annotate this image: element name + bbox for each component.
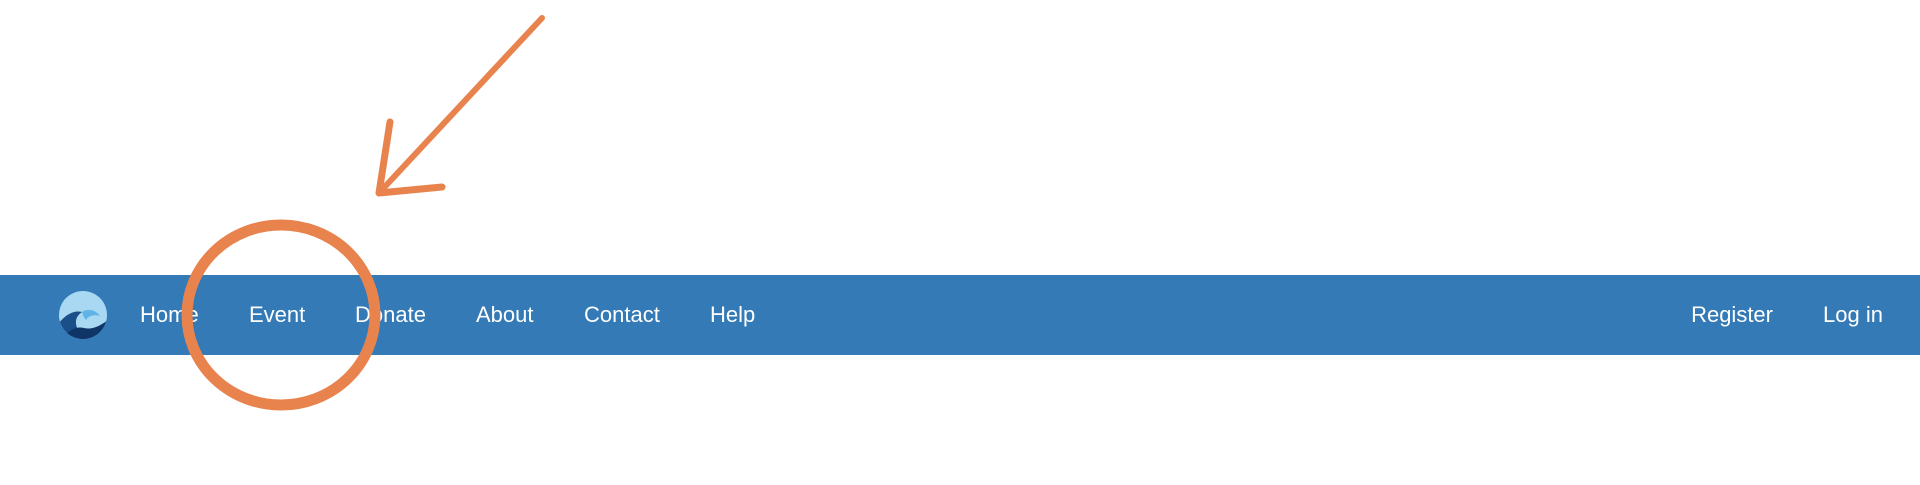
annotation-overlay — [181, 15, 545, 411]
nav-login-link[interactable]: Log in — [1823, 275, 1883, 355]
top-navbar: Home Event Donate About Contact Help Reg… — [0, 275, 1920, 355]
nav-register-link[interactable]: Register — [1691, 275, 1773, 355]
nav-donate-link[interactable]: Donate — [355, 275, 426, 355]
screenshot-canvas: Home Event Donate About Contact Help Reg… — [0, 0, 1920, 485]
wave-logo-icon[interactable] — [58, 290, 108, 340]
nav-about-link[interactable]: About — [476, 275, 534, 355]
annotation-arrow-head — [375, 118, 446, 197]
nav-event-link[interactable]: Event — [249, 275, 305, 355]
nav-contact-link[interactable]: Contact — [584, 275, 660, 355]
annotation-arrow-shaft — [376, 15, 545, 196]
wave-logo-graphic — [59, 291, 107, 339]
nav-help-link[interactable]: Help — [710, 275, 755, 355]
nav-home-link[interactable]: Home — [140, 275, 199, 355]
